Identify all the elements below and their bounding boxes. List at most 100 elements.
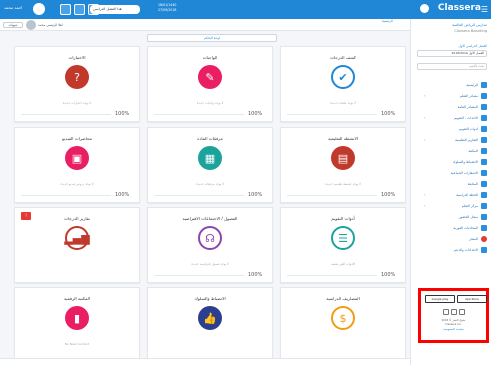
module-card[interactable]: المكتبة الرقمية ▮ No New Content: [14, 287, 140, 363]
brand-name[interactable]: Classera: [438, 3, 481, 13]
top-bar: Classera ☰ احمد محمد هذا الفصل الدراسي 1…: [0, 0, 491, 19]
sidebar-item[interactable]: الانضباط والسلوك: [410, 156, 491, 167]
module-card[interactable]: محاضرات الفيديو ▣ لا توجد دروس فيديو جديدة…: [14, 127, 140, 203]
dashboard-button[interactable]: لوحة التحكم: [147, 34, 277, 42]
progress-bar: [287, 275, 377, 276]
module-card[interactable]: الانضباط والسلوك 👍: [147, 287, 273, 363]
card-title: كشف الدرجات: [330, 55, 356, 60]
profile-avatar[interactable]: [26, 20, 36, 30]
sidebar-item-label: سجل الحضور: [458, 214, 478, 219]
sidebar-item[interactable]: ‹ مصادر التعلم: [410, 90, 491, 101]
card-subtitle: لا توجد دروس فيديو جديدة: [60, 182, 94, 186]
attachment-icon: ▦: [198, 146, 222, 170]
sidebar-item[interactable]: الرئيسية: [410, 79, 491, 90]
sidebar-item[interactable]: المحادثات الفورية: [410, 222, 491, 233]
card-title: الانشطة التعليمية: [328, 136, 358, 141]
module-card[interactable]: المصاريف الدراسية $: [280, 287, 406, 363]
google-play-button[interactable]: Google play: [425, 295, 455, 303]
classera-logo-icon: [420, 4, 429, 13]
card-subtitle: الادوات الغير مقيمة: [330, 262, 356, 266]
chevron-left-icon: ‹: [424, 137, 426, 142]
module-card[interactable]: ! تقارير الدرجات ▂▄▆: [14, 207, 140, 283]
hamburger-icon[interactable]: ☰: [481, 5, 488, 14]
card-title: الفصول / الاجتماعات الافتراضية: [182, 216, 238, 221]
greeting-text: اهلا الرئيسي محمد: [38, 23, 63, 27]
privacy-link[interactable]: سياسة الخصوصية: [423, 327, 484, 331]
page-footer: [0, 358, 410, 365]
folder-icon: [481, 103, 487, 110]
notifications-icon[interactable]: [74, 4, 85, 15]
sidebar-item-label: المكتبة: [468, 148, 478, 153]
sidebar-item[interactable]: المتابعة: [410, 178, 491, 189]
breadcrumb[interactable]: الرئيسية: [382, 19, 393, 23]
sidebar-item[interactable]: ‹ التقارير التعليمية: [410, 134, 491, 145]
card-percent: 100%: [248, 272, 263, 278]
sidebar-item[interactable]: ‹ الخطة الدراسية: [410, 189, 491, 200]
progress-bar: [287, 114, 377, 115]
sidebar-item[interactable]: ‹ مركز التعلم: [410, 200, 491, 211]
module-card[interactable]: أدوات التقويم ☰ الادوات الغير مقيمة 100%: [280, 207, 406, 283]
bar-chart-icon: ▂▄▆: [64, 226, 90, 250]
card-percent: 100%: [248, 111, 263, 117]
school-sub: Classera Boarding: [454, 29, 487, 33]
calendar-icon: [481, 114, 487, 121]
sidebar-item-label: ادوات التقويم: [459, 126, 478, 131]
plan-icon: [481, 191, 487, 198]
sidebar-item[interactable]: المصادر العامة: [410, 101, 491, 112]
module-card[interactable]: الفصول / الاجتماعات الافتراضية ☊ لا يوجد ف…: [147, 207, 273, 283]
sidebar-item[interactable]: المتجر: [410, 233, 491, 244]
sidebar-search-input[interactable]: بحث بالاسم: [417, 63, 487, 70]
sidebar-item[interactable]: ‹ الاحداث - التقويم: [410, 112, 491, 123]
headphones-icon: ☊: [198, 226, 222, 250]
sidebar-item[interactable]: المكتبة: [410, 145, 491, 156]
follow-icon: [481, 180, 487, 187]
tools-icon: [481, 125, 487, 132]
card-subtitle: لا يوجد فصول افتراضية جديدة: [191, 262, 229, 266]
behavior-icon: [481, 158, 487, 165]
progress-bar: [154, 114, 244, 115]
home-icon: [481, 81, 487, 88]
sidebar-item[interactable]: الاعدادات والدعم: [410, 244, 491, 255]
card-subtitle: لا يوجد انشطة تعليمية جديدة: [325, 182, 361, 186]
card-subtitle: لا يوجد ملفات جديدة: [330, 101, 356, 105]
chevron-left-icon: ‹: [424, 115, 426, 120]
check-circle-icon: ✔: [331, 65, 355, 89]
module-card[interactable]: كشف الدرجات ✔ لا يوجد ملفات جديدة 100%: [280, 46, 406, 122]
card-title: الاختبارات: [68, 55, 86, 60]
youtube-icon[interactable]: [459, 309, 465, 315]
app-store-button[interactable]: App Store: [457, 295, 487, 303]
module-card[interactable]: الاختبارات? لا يوجد اختبارات جديدة 100%: [14, 46, 140, 122]
sidebar-item-label: الاعدادات والدعم: [453, 247, 478, 252]
notifications-button[interactable]: تنبيهات: [3, 22, 23, 28]
sidebar-item[interactable]: ادوات التقويم: [410, 123, 491, 134]
card-subtitle: لا يوجد اختبارات جديدة: [62, 101, 92, 105]
semester-select[interactable]: الفصل الاول 2018/2019: [417, 50, 487, 57]
progress-bar: [154, 275, 244, 276]
module-card[interactable]: الانشطة التعليمية ▤ لا يوجد انشطة تعليمية …: [280, 127, 406, 203]
progress-bar: [21, 114, 111, 115]
app-store-box: Google play App Store حقوق النشر © 2018 …: [418, 288, 489, 343]
center-icon: [481, 202, 487, 209]
card-title: المصاريف الدراسية: [326, 296, 360, 301]
sidebar-item[interactable]: الاشعارات الجماعية: [410, 167, 491, 178]
attendance-icon: [481, 213, 487, 220]
module-card[interactable]: مرفقات المادة ▦ لا يوجد مرفقات جديدة 100%: [147, 127, 273, 203]
bell-icon: [481, 169, 487, 176]
card-title: الانضباط والسلوك: [194, 296, 226, 301]
sidebar-item-label: مصادر التعلم: [459, 93, 478, 98]
chat-icon: [481, 224, 487, 231]
semester-label: الفصل الدراسي الاول: [458, 44, 487, 48]
user-name[interactable]: احمد محمد: [4, 5, 22, 10]
card-subtitle: لا يوجد مرفقات جديدة: [196, 182, 224, 186]
user-avatar[interactable]: [33, 3, 45, 15]
twitter-icon[interactable]: [451, 309, 457, 315]
facebook-icon[interactable]: [443, 309, 449, 315]
card-percent: 100%: [381, 111, 396, 117]
semester-pill[interactable]: هذا الفصل الدراسي: [90, 5, 140, 14]
messages-icon[interactable]: [60, 4, 71, 15]
card-title: أدوات التقويم: [331, 216, 355, 221]
card-title: مرفقات المادة: [197, 136, 223, 141]
store-icon: [481, 235, 487, 242]
sidebar-item[interactable]: سجل الحضور: [410, 211, 491, 222]
module-card[interactable]: الواجبات ✎ لا يوجد واجبات جديدة 100%: [147, 46, 273, 122]
